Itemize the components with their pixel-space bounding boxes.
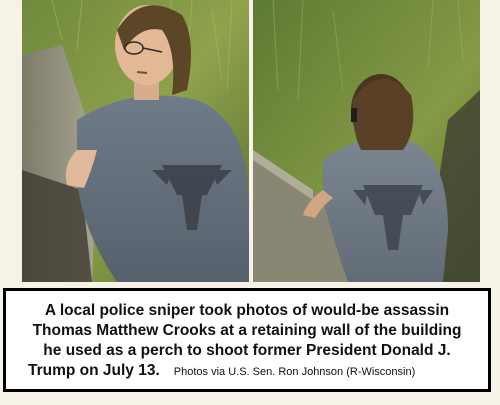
- right-photo-graphic: [253, 0, 480, 282]
- photo-credit: Photos via U.S. Sen. Ron Johnson (R-Wisc…: [173, 366, 416, 378]
- left-photo-graphic: [22, 0, 249, 282]
- caption-line-4: Trump on July 13.: [28, 362, 160, 379]
- left-photo: [22, 0, 249, 282]
- caption-line-1: A local police sniper took photos of wou…: [44, 302, 450, 319]
- caption-line-2: Thomas Matthew Crooks at a retaining wal…: [32, 322, 462, 339]
- caption-text: A local police sniper took photos of wou…: [6, 301, 488, 382]
- caption-box: A local police sniper took photos of wou…: [3, 288, 491, 392]
- caption-line-3: he used as a perch to shoot former Presi…: [43, 342, 451, 359]
- image-frame: A local police sniper took photos of wou…: [0, 0, 500, 405]
- caption-line-4-row: Trump on July 13. Photos via U.S. Sen. Ro…: [6, 361, 488, 382]
- right-photo: [253, 0, 480, 282]
